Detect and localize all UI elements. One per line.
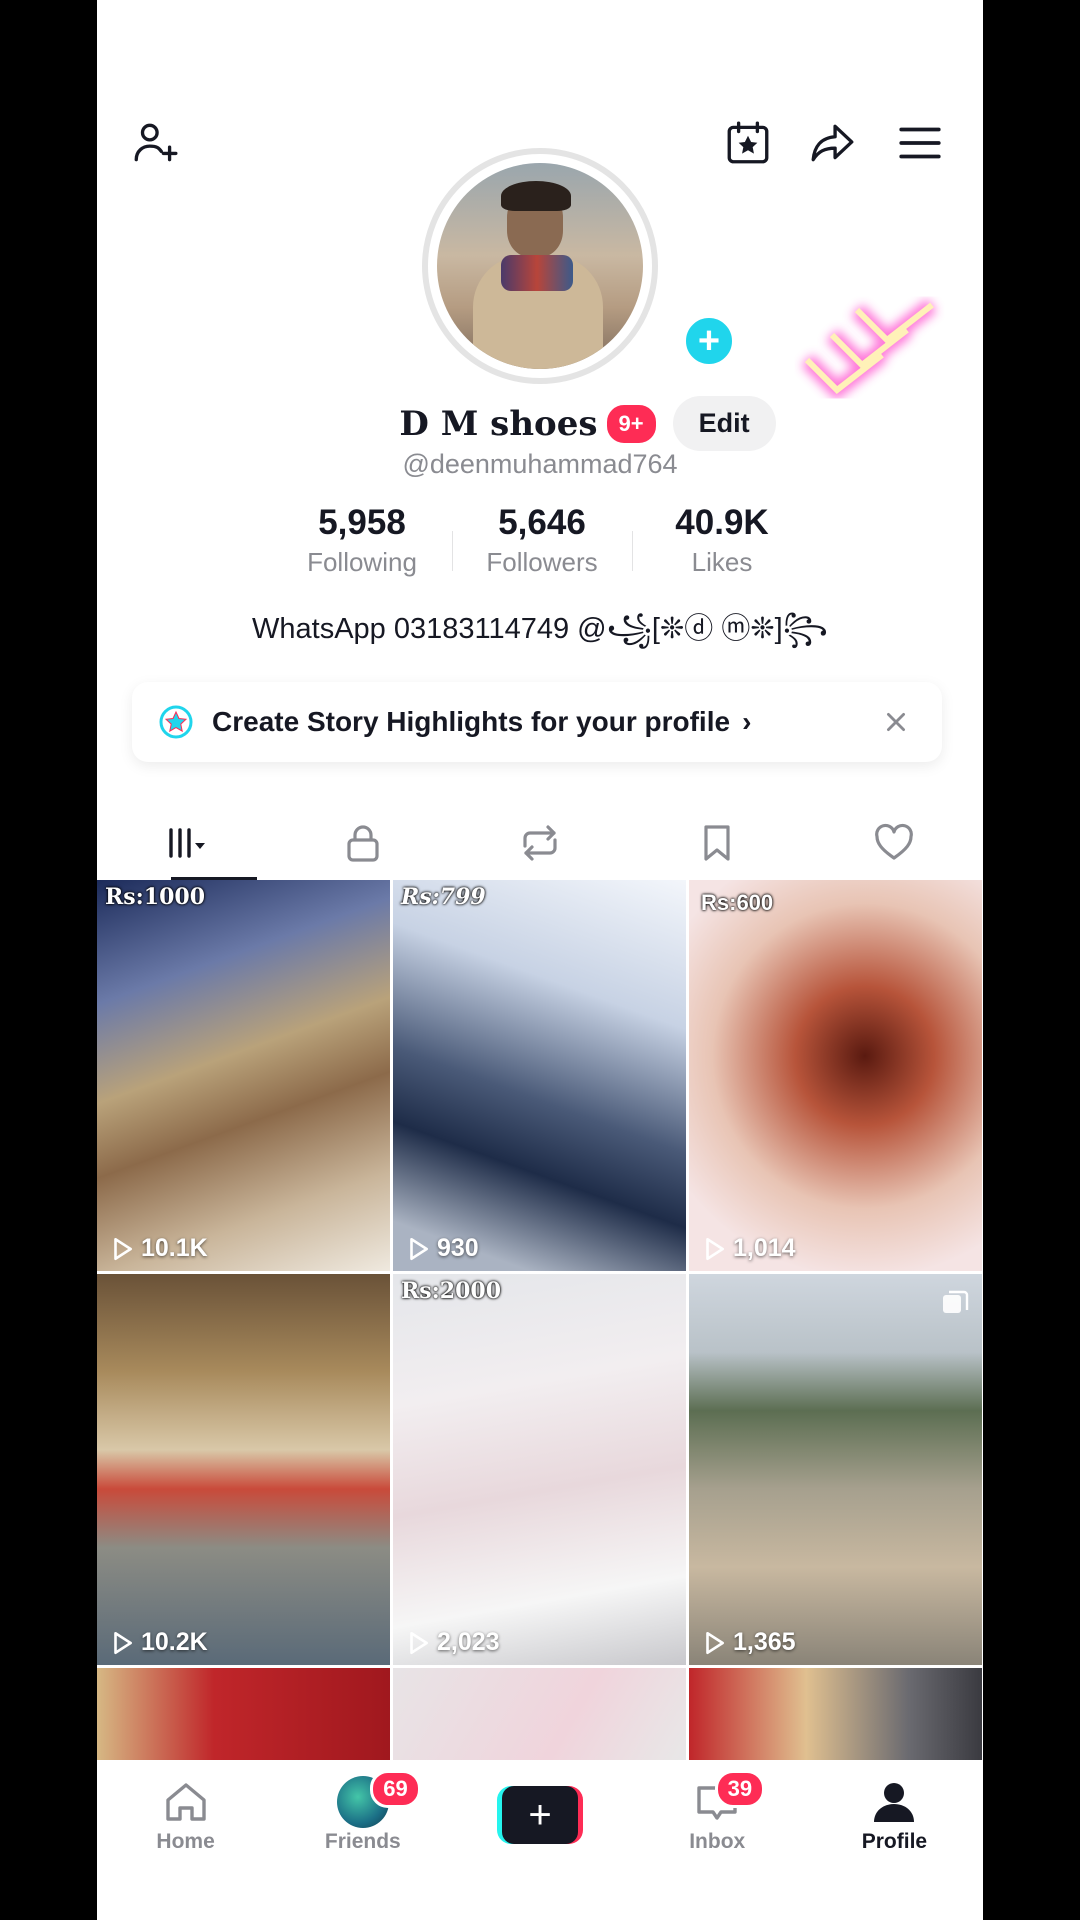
profile-screen: + D M shoes 9+ Edit @deenmuhammad764 5,9… — [97, 0, 983, 1920]
bio-text: WhatsApp 03183114749 @꧁[❊ⓓ ⓜ❊]꧂ — [252, 613, 828, 645]
create-plus-icon: + — [497, 1786, 583, 1844]
video-thumbnail[interactable]: Rs:2000 2,023 — [393, 1274, 686, 1665]
home-icon — [165, 1783, 206, 1821]
view-count-text: 2,023 — [437, 1628, 500, 1656]
friends-count-badge: 69 — [370, 1770, 421, 1808]
highlights-banner-text: Create Story Highlights for your profile — [212, 706, 731, 737]
stat-value: 40.9K — [675, 503, 769, 542]
view-count-text: 1,014 — [733, 1234, 796, 1262]
play-icon — [114, 1237, 132, 1260]
play-icon — [706, 1631, 724, 1654]
repost-icon — [523, 825, 557, 861]
nav-home-label: Home — [156, 1830, 215, 1853]
add-story-plus-icon[interactable]: + — [681, 313, 737, 369]
video-thumbnail[interactable]: Rs:600 1,014 — [689, 880, 982, 1271]
price-label: Rs:799 — [401, 884, 486, 910]
avatar-photo — [437, 163, 643, 369]
stat-value: 5,646 — [498, 503, 586, 542]
tab-favorites[interactable] — [629, 806, 806, 880]
menu-icon[interactable] — [892, 115, 948, 171]
video-thumbnail[interactable] — [97, 1668, 390, 1763]
share-icon[interactable] — [805, 115, 861, 171]
play-icon — [410, 1237, 428, 1260]
play-icon — [410, 1631, 428, 1654]
grid-icon — [168, 828, 205, 858]
view-count-text: 930 — [437, 1234, 479, 1262]
stat-likes[interactable]: 40.9K Likes — [632, 503, 812, 578]
add-friend-icon[interactable] — [127, 115, 183, 171]
highlight-star-icon — [159, 705, 193, 739]
video-thumbnail[interactable] — [689, 1668, 982, 1763]
nav-home[interactable]: Home — [97, 1760, 274, 1920]
view-count: 1,014 — [701, 1234, 796, 1263]
stat-label: Likes — [691, 547, 753, 577]
nav-friends[interactable]: 69 Friends — [274, 1760, 451, 1920]
avatar[interactable] — [422, 148, 658, 384]
video-thumbnail[interactable] — [393, 1668, 686, 1763]
view-count: 10.1K — [109, 1234, 208, 1263]
stat-label: Followers — [486, 547, 598, 577]
stats-row: 5,958 Following 5,646 Followers 40.9K Li… — [272, 503, 812, 578]
profile-icon — [874, 1783, 915, 1822]
nav-profile[interactable]: Profile — [806, 1760, 983, 1920]
tab-liked[interactable] — [806, 806, 983, 880]
price-label: Rs:2000 — [401, 1278, 502, 1304]
inbox-count-badge: 39 — [714, 1770, 766, 1808]
name-row: D M shoes 9+ Edit — [97, 396, 983, 451]
edit-profile-button[interactable]: Edit — [672, 396, 776, 451]
chevron-right-icon: › — [742, 706, 752, 737]
view-count: 2,023 — [405, 1628, 500, 1657]
nav-inbox[interactable]: 39 Inbox — [629, 1760, 806, 1920]
nav-profile-label: Profile — [861, 1830, 928, 1853]
stat-following[interactable]: 5,958 Following — [272, 503, 452, 578]
username: @deenmuhammad764 — [402, 449, 678, 479]
calendar-star-icon[interactable] — [720, 115, 776, 171]
video-thumbnail[interactable]: Rs:799 930 — [393, 880, 686, 1271]
view-count-text: 10.2K — [141, 1628, 208, 1656]
tab-videos[interactable] — [97, 806, 274, 880]
notification-badge[interactable]: 9+ — [603, 401, 659, 446]
view-count: 1,365 — [701, 1628, 796, 1657]
play-icon — [706, 1237, 724, 1260]
bookmark-icon — [704, 825, 730, 861]
display-name: D M shoes — [399, 403, 598, 444]
nav-friends-label: Friends — [324, 1830, 401, 1853]
tab-private[interactable] — [274, 806, 451, 880]
price-label: Rs:1000 — [105, 884, 206, 910]
lock-icon — [347, 825, 379, 862]
price-label: Rs:600 — [701, 890, 774, 915]
tab-reposts[interactable] — [451, 806, 628, 880]
stat-value: 5,958 — [318, 503, 406, 542]
play-icon — [114, 1631, 132, 1654]
story-highlights-banner[interactable]: Create Story Highlights for your profile… — [132, 682, 942, 762]
content-tabs — [97, 806, 983, 880]
nav-create[interactable]: + — [451, 1760, 628, 1920]
stat-followers[interactable]: 5,646 Followers — [452, 503, 632, 578]
stat-label: Following — [307, 547, 417, 577]
video-thumbnail[interactable]: Rs:1000 10.1K — [97, 880, 390, 1271]
view-count-text: 10.1K — [141, 1234, 208, 1262]
video-grid: Rs:1000 10.1K Rs:799 930 Rs:600 1,014 10… — [97, 880, 983, 1763]
heart-icon — [875, 823, 914, 860]
video-thumbnail[interactable]: 1,365 — [689, 1274, 982, 1665]
video-thumbnail[interactable]: 10.2K — [97, 1274, 390, 1665]
bottom-nav: Home 69 Friends + 39 Inbox Profile — [97, 1760, 983, 1920]
multi-photo-icon — [943, 1290, 969, 1313]
view-count-text: 1,365 — [733, 1628, 796, 1656]
view-count: 10.2K — [109, 1628, 208, 1657]
nav-inbox-label: Inbox — [689, 1830, 746, 1853]
close-icon[interactable] — [874, 700, 918, 744]
view-count: 930 — [405, 1234, 479, 1263]
